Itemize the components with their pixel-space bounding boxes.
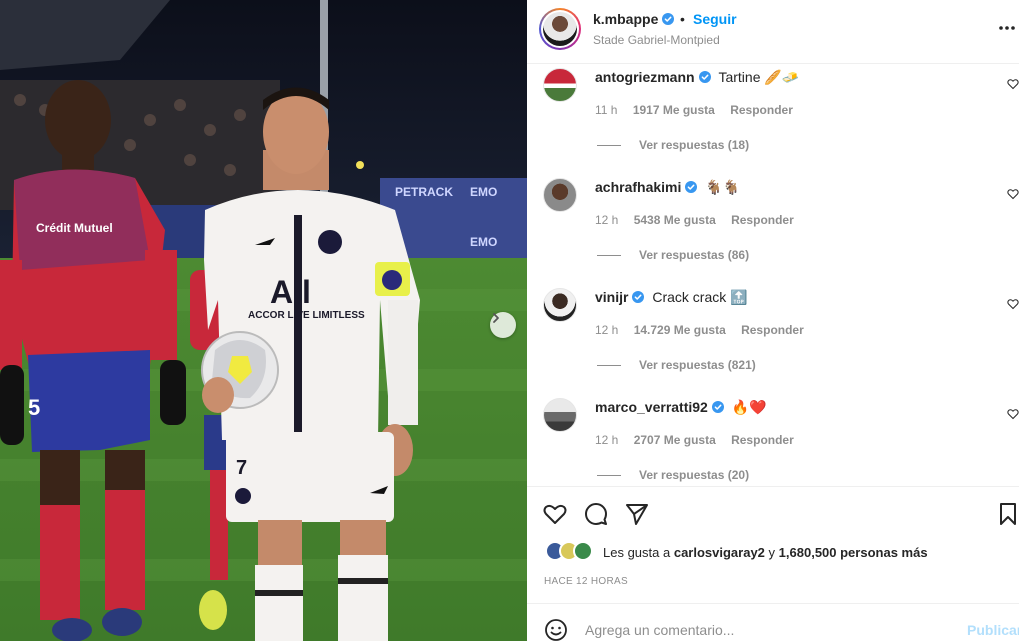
commenter-avatar[interactable]	[543, 178, 577, 212]
comment-heart-icon[interactable]	[1007, 408, 1019, 420]
comment-heart-icon[interactable]	[1007, 298, 1019, 310]
emoji-icon[interactable]	[544, 618, 568, 641]
comment-heart-icon[interactable]	[1007, 78, 1019, 90]
comment-emoji: 🔝	[730, 289, 748, 305]
reply-button[interactable]: Responder	[731, 213, 794, 227]
likes-text: Les gusta a carlosvigaray2 y 1,680,500 p…	[603, 545, 928, 560]
comment-likes[interactable]: 5438 Me gusta	[634, 213, 716, 227]
verified-badge-icon	[711, 401, 724, 413]
photo-illustration: PETRACK EMO EMO 5 Crédit Mutuel All ACCO…	[0, 0, 527, 641]
comment-input[interactable]	[585, 619, 945, 641]
comment-heart-icon[interactable]	[1007, 188, 1019, 200]
commenter-avatar[interactable]	[543, 398, 577, 432]
post-actions-bar	[527, 486, 1019, 541]
right-player-number: 7	[236, 457, 247, 479]
comment-emoji: 🐐🐐	[705, 179, 741, 195]
comment-meta: 12 h 2707 Me gusta Responder	[595, 433, 806, 447]
bookmark-icon[interactable]	[995, 501, 1019, 527]
svg-text:EMO: EMO	[470, 235, 497, 249]
location-link[interactable]: Stade Gabriel-Montpied	[593, 33, 720, 47]
commenter-username[interactable]: achrafhakimi	[595, 179, 681, 195]
commenter-avatar[interactable]	[543, 68, 577, 102]
view-replies-button[interactable]: Ver respuestas (821)	[597, 358, 756, 372]
commenter-username[interactable]: antogriezmann	[595, 69, 695, 85]
comment-item: achrafhakimi 🐐🐐 12 h 5438 Me gusta Respo…	[527, 174, 1019, 284]
comment-meta: 11 h 1917 Me gusta Responder	[595, 103, 805, 117]
comment-line: marco_verratti92 🔥❤️	[595, 399, 767, 416]
comment-emoji: 🥖🧈	[764, 69, 800, 85]
add-comment-bar: Publicar	[527, 603, 1019, 641]
post-header: k.mbappe • Seguir Stade Gabriel-Montpied	[527, 0, 1019, 64]
view-replies-button[interactable]: Ver respuestas (20)	[597, 468, 749, 482]
comment-meta: 12 h 5438 Me gusta Responder	[595, 213, 806, 227]
chevron-right-icon	[493, 313, 499, 323]
sponsor-right-big: All	[270, 274, 311, 310]
heart-icon[interactable]	[542, 501, 568, 527]
liker-avatars	[545, 541, 601, 563]
verified-badge-icon	[632, 291, 645, 303]
likes-summary[interactable]: Les gusta a carlosvigaray2 y 1,680,500 p…	[545, 540, 928, 564]
comment-time[interactable]: 12 h	[595, 323, 618, 337]
comment-time[interactable]: 12 h	[595, 213, 618, 227]
reply-button[interactable]: Responder	[731, 433, 794, 447]
author-username-row[interactable]: k.mbappe	[593, 11, 675, 27]
post-side-panel: k.mbappe • Seguir Stade Gabriel-Montpied…	[527, 0, 1019, 641]
view-replies-button[interactable]: Ver respuestas (18)	[597, 138, 749, 152]
svg-text:PETRACK: PETRACK	[395, 185, 453, 199]
reply-button[interactable]: Responder	[730, 103, 793, 117]
comment-likes[interactable]: 1917 Me gusta	[633, 103, 715, 117]
commenter-avatar[interactable]	[543, 288, 577, 322]
view-replies-label: Ver respuestas (18)	[639, 138, 750, 152]
comment-text: Crack crack	[652, 289, 727, 305]
publish-button[interactable]: Publicar	[967, 622, 1019, 638]
separator-dot: •	[680, 11, 685, 27]
commenter-username[interactable]: vinijr	[595, 289, 628, 305]
likes-connector: y	[768, 544, 776, 560]
comment-meta: 12 h 14.729 Me gusta Responder	[595, 323, 816, 337]
post-timestamp[interactable]: HACE 12 HORAS	[544, 576, 628, 587]
liker-username[interactable]: carlosvigaray2	[674, 545, 765, 560]
view-replies-label: Ver respuestas (821)	[639, 358, 756, 372]
follow-button[interactable]: Seguir	[693, 11, 737, 27]
comment-time[interactable]: 11 h	[595, 103, 617, 117]
likes-prefix: Les gusta a	[603, 544, 671, 560]
likes-count[interactable]: 1,680,500 personas más	[779, 545, 928, 560]
comments-list[interactable]: antogriezmann Tartine 🥖🧈 11 h 1917 Me gu…	[527, 64, 1019, 485]
commenter-username[interactable]: marco_verratti92	[595, 399, 708, 415]
sponsor-left: Crédit Mutuel	[36, 221, 113, 235]
comment-icon[interactable]	[583, 501, 609, 527]
comment-likes[interactable]: 2707 Me gusta	[634, 433, 716, 447]
comment-time[interactable]: 12 h	[595, 433, 618, 447]
comment-line: vinijr Crack crack 🔝	[595, 289, 748, 306]
verified-badge-icon	[662, 13, 675, 25]
post-photo[interactable]: PETRACK EMO EMO 5 Crédit Mutuel All ACCO…	[0, 0, 527, 641]
more-options-icon[interactable]	[997, 18, 1017, 38]
comment-line: achrafhakimi 🐐🐐	[595, 179, 740, 196]
comment-line: antogriezmann Tartine 🥖🧈	[595, 69, 799, 86]
left-player-number: 5	[28, 395, 40, 420]
next-image-button[interactable]	[490, 312, 516, 338]
verified-badge-icon	[698, 71, 711, 83]
comment-item: vinijr Crack crack 🔝 12 h 14.729 Me gust…	[527, 284, 1019, 394]
view-replies-button[interactable]: Ver respuestas (86)	[597, 248, 749, 262]
comment-item: antogriezmann Tartine 🥖🧈 11 h 1917 Me gu…	[527, 64, 1019, 174]
view-replies-label: Ver respuestas (20)	[639, 468, 750, 482]
author-username[interactable]: k.mbappe	[593, 11, 658, 27]
send-icon[interactable]	[624, 501, 650, 527]
view-replies-label: Ver respuestas (86)	[639, 248, 750, 262]
comment-emoji: 🔥❤️	[731, 399, 767, 415]
sponsor-right: ACCOR LIVE LIMITLESS	[248, 310, 365, 321]
author-avatar[interactable]	[539, 8, 581, 50]
reply-button[interactable]: Responder	[741, 323, 804, 337]
comment-text: Tartine	[718, 69, 761, 85]
comment-likes[interactable]: 14.729 Me gusta	[634, 323, 726, 337]
svg-text:EMO: EMO	[470, 185, 497, 199]
comment-item: marco_verratti92 🔥❤️ 12 h 2707 Me gusta …	[527, 394, 1019, 485]
verified-badge-icon	[685, 181, 698, 193]
